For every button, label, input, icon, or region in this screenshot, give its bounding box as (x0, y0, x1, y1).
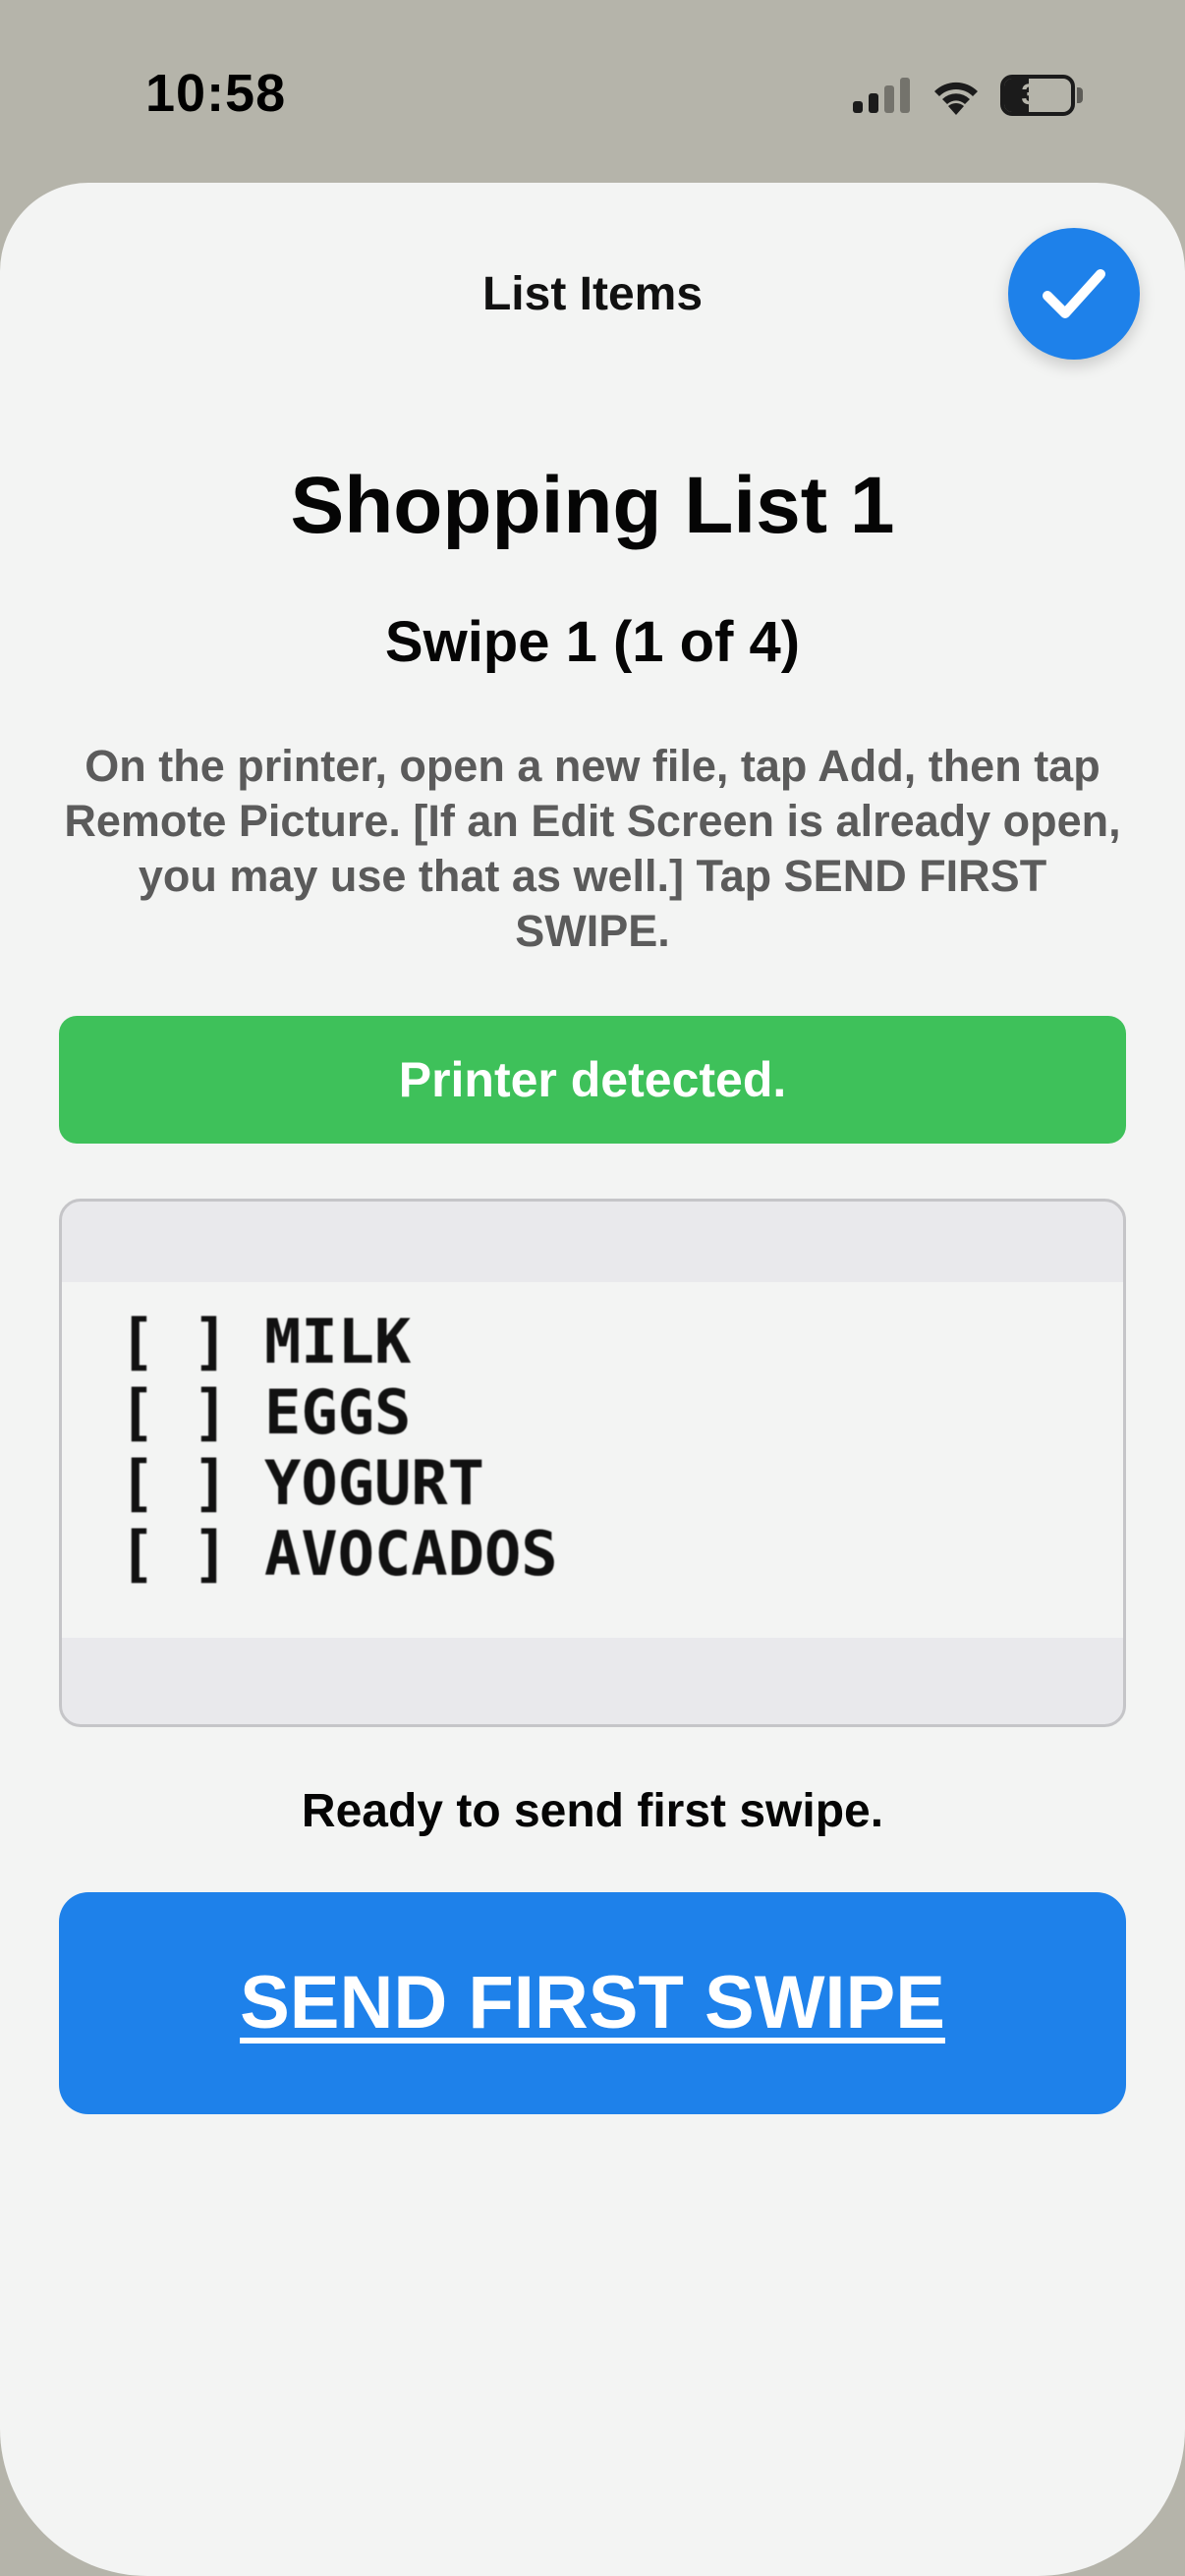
preview-list-item: [ ] AVOCADOS (119, 1518, 558, 1590)
preview-checkbox: [ ] (119, 1376, 229, 1448)
wifi-icon (934, 82, 978, 115)
printer-status-banner: Printer detected. (59, 1016, 1126, 1144)
instructions-text: On the printer, open a new file, tap Add… (64, 741, 1121, 956)
checkmark-icon (1043, 269, 1105, 318)
swipe-label: Swipe 1 (1 of 4) (384, 610, 801, 674)
preview-paper: [ ] MILK [ ] EGGS [ ] YOGURT [ ] AVOCADOS (62, 1282, 1123, 1638)
preview-item-list: [ ] MILK [ ] EGGS [ ] YOGURT [ ] AVOCADOS (119, 1306, 558, 1590)
status-icons: 37 (853, 71, 1083, 120)
preview-list-item: [ ] YOGURT (119, 1447, 558, 1519)
status-bar: 10:58 37 (0, 0, 1185, 187)
preview-item-label: YOGURT (264, 1447, 484, 1519)
preview-item-label: MILK (264, 1306, 412, 1377)
preview-list-item: [ ] MILK (119, 1306, 558, 1377)
list-items-sheet: List Items Shopping List 1 Swipe 1 (1 of… (0, 183, 1185, 2576)
preview-item-label: AVOCADOS (264, 1518, 558, 1590)
cellular-signal-icon (853, 78, 910, 113)
battery-level: 37 (1021, 79, 1054, 111)
preview-list-item: [ ] EGGS (119, 1376, 558, 1448)
status-time: 10:58 (145, 64, 287, 123)
preview-checkbox: [ ] (119, 1518, 229, 1590)
preview-item-label: EGGS (264, 1376, 412, 1448)
preview-checkbox: [ ] (119, 1447, 229, 1519)
preview-checkbox: [ ] (119, 1306, 229, 1377)
done-button[interactable] (1008, 228, 1140, 360)
send-status-message: Ready to send first swipe. (301, 1785, 884, 1837)
battery-icon: 37 (1000, 75, 1083, 116)
send-first-swipe-button[interactable]: SEND FIRST SWIPE (59, 1892, 1126, 2114)
list-preview: [ ] MILK [ ] EGGS [ ] YOGURT [ ] AVOCADOS (59, 1199, 1126, 1727)
list-title: Shopping List 1 (290, 461, 895, 550)
